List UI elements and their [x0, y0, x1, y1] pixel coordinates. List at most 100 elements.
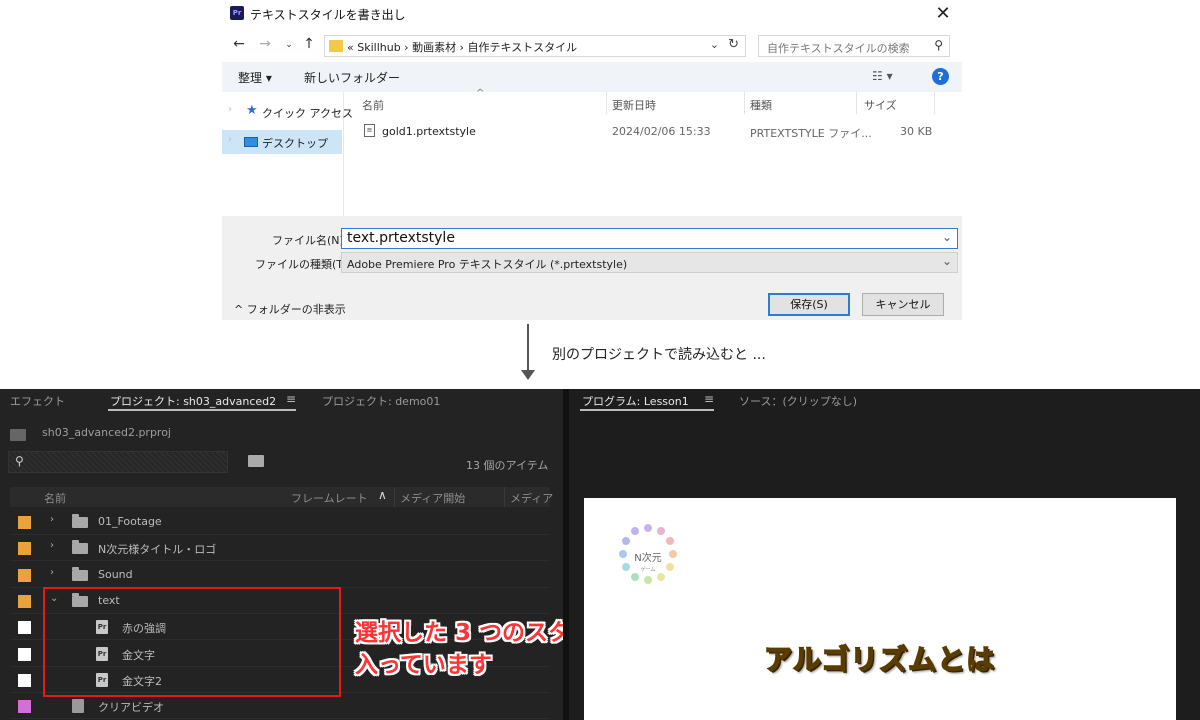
folder-icon	[329, 40, 343, 52]
search-placeholder: 自作テキストスタイルの検索	[767, 42, 910, 55]
project-item-row[interactable]: › Sound	[10, 562, 550, 588]
column-header-name[interactable]: 名前	[362, 97, 384, 113]
folder-icon	[72, 514, 88, 528]
back-arrow-icon[interactable]: ←	[230, 36, 248, 52]
tab-project-active[interactable]: プロジェクト: sh03_advanced2	[110, 393, 276, 409]
dialog-footer: ファイル名(N): text.prtextstyle ⌄ ファイルの種類(T):…	[222, 216, 962, 320]
help-icon[interactable]: ?	[932, 68, 949, 85]
active-tab-underline	[580, 409, 714, 411]
label-color-swatch[interactable]	[18, 594, 31, 608]
highlight-box	[43, 587, 341, 697]
column-header-name[interactable]: 名前	[44, 490, 66, 506]
column-divider[interactable]	[394, 487, 395, 507]
address-bar[interactable]: « Skillhub › 動画素材 › 自作テキストスタイル ⌄ ↻	[324, 35, 746, 57]
up-arrow-icon[interactable]: ↑	[300, 36, 318, 52]
filename-field[interactable]: text.prtextstyle ⌄	[341, 228, 958, 249]
label-color-swatch[interactable]	[18, 647, 31, 661]
column-header-media-start[interactable]: メディア開始	[400, 490, 465, 506]
project-column-header: 名前 フレームレート ∧ メディア開始 メディア	[10, 487, 553, 507]
organize-button[interactable]: 整理 ▾	[238, 69, 272, 86]
tab-effects[interactable]: エフェクト	[10, 393, 65, 409]
search-icon: ⚲	[15, 454, 24, 468]
tab-program[interactable]: プログラム: Lesson1	[582, 393, 689, 409]
column-divider[interactable]	[606, 92, 607, 114]
filename-value: text.prtextstyle	[347, 230, 455, 246]
hide-folders-toggle[interactable]: ^ フォルダーの非表示	[234, 301, 346, 317]
view-options-icon[interactable]: ☷ ▾	[872, 69, 893, 83]
down-arrow-shaft	[527, 324, 529, 374]
refresh-icon[interactable]: ↻	[728, 37, 739, 52]
close-icon[interactable]: ✕	[930, 2, 956, 26]
nav-label-desktop: デスクトップ	[262, 137, 328, 150]
column-divider[interactable]	[504, 487, 505, 507]
label-color-swatch[interactable]	[18, 673, 31, 687]
logo-subtext: ゲーム	[640, 567, 656, 573]
column-divider[interactable]	[856, 92, 857, 114]
chevron-right-icon[interactable]: ›	[50, 514, 54, 525]
save-button[interactable]: 保存(S)	[768, 293, 850, 316]
expand-arrow-icon: ›	[228, 104, 232, 115]
premiere-app-icon: Pr	[230, 6, 244, 20]
dialog-title: テキストスタイルを書き出し	[250, 8, 406, 22]
column-divider[interactable]	[934, 92, 935, 114]
project-item-row[interactable]: › 01_Footage	[10, 509, 550, 535]
chevron-right-icon[interactable]: ›	[50, 567, 54, 578]
nav-item-quick-access[interactable]: › ★ クイック アクセス	[222, 100, 353, 124]
title-card-text: アルゴリズムとは	[763, 642, 996, 677]
filetype-select[interactable]: Adobe Premiere Pro テキストスタイル (*.prtextsty…	[341, 252, 958, 273]
label-color-swatch[interactable]	[18, 568, 31, 582]
tab-source[interactable]: ソース：(クリップなし)	[739, 393, 857, 409]
nav-label-quick-access: クイック アクセス	[262, 107, 353, 120]
folder-icon	[72, 540, 88, 555]
filetype-label: ファイルの種類(T):	[255, 258, 352, 271]
program-monitor-frame[interactable]: N次元 ゲーム アルゴリズムとは	[584, 498, 1176, 720]
column-divider[interactable]	[744, 92, 745, 114]
text-file-icon: ≡	[364, 124, 375, 137]
chevron-down-icon[interactable]: ⌄	[942, 254, 952, 268]
clip-icon	[72, 699, 84, 714]
navigation-bar: ← → ⌄ ↑ « Skillhub › 動画素材 › 自作テキストスタイル ⌄…	[222, 32, 962, 60]
desktop-icon	[244, 137, 258, 147]
tab-project-other[interactable]: プロジェクト: demo01	[322, 393, 440, 409]
file-modified: 2024/02/06 15:33	[612, 125, 711, 138]
project-item-label: N次元様タイトル・ロゴ	[98, 543, 217, 557]
filename-label: ファイル名(N):	[272, 234, 348, 247]
column-header-modified[interactable]: 更新日時	[612, 97, 656, 113]
chevron-right-icon[interactable]: ›	[50, 540, 54, 551]
chevron-down-icon[interactable]: ⌄	[942, 230, 952, 244]
find-bin-icon[interactable]	[248, 455, 264, 467]
new-folder-button[interactable]: 新しいフォルダー	[304, 69, 400, 86]
chevron-down-icon[interactable]: ⌄	[710, 38, 719, 51]
premiere-workspace: エフェクト プロジェクト: sh03_advanced2 ≡ プロジェクト: d…	[0, 389, 1200, 720]
project-item-label: クリアビデオ	[98, 701, 164, 715]
project-item-row[interactable]: › N次元様タイトル・ロゴ	[10, 535, 550, 562]
column-header-type[interactable]: 種類	[750, 97, 772, 113]
sort-up-icon: ∧	[378, 488, 387, 502]
step-caption: 別のプロジェクトで読み込むと ...	[552, 347, 766, 363]
navigation-pane: › ★ クイック アクセス › デスクトップ	[222, 92, 353, 216]
label-color-swatch[interactable]	[18, 542, 31, 556]
project-item-label: 01_Footage	[98, 515, 162, 528]
command-bar: 整理 ▾ 新しいフォルダー ☷ ▾ ?	[222, 62, 962, 92]
panel-menu-icon[interactable]: ≡	[704, 392, 714, 406]
label-color-swatch[interactable]	[18, 621, 31, 635]
search-input[interactable]: 自作テキストスタイルの検索 ⚲	[758, 35, 950, 57]
column-header-media-end[interactable]: メディア	[510, 490, 553, 506]
project-search-input[interactable]: ⚲	[8, 451, 228, 473]
address-path: « Skillhub › 動画素材 › 自作テキストスタイル	[347, 41, 578, 54]
column-header-frame-rate[interactable]: フレームレート	[291, 490, 368, 506]
dialog-titlebar: Pr テキストスタイルを書き出し ✕	[222, 0, 962, 30]
recent-chevron-icon[interactable]: ⌄	[280, 40, 298, 50]
label-color-swatch[interactable]	[18, 700, 31, 714]
cancel-button[interactable]: キャンセル	[862, 293, 944, 316]
file-size: 30 KB	[900, 125, 933, 138]
project-filename: sh03_advanced2.prproj	[42, 426, 171, 439]
save-dialog: Pr テキストスタイルを書き出し ✕ ← → ⌄ ↑ « Skillhub › …	[222, 0, 962, 320]
nav-item-desktop[interactable]: › デスクトップ	[222, 130, 342, 154]
forward-arrow-icon[interactable]: →	[256, 36, 274, 52]
down-arrow-icon	[521, 370, 535, 380]
panel-menu-icon[interactable]: ≡	[286, 392, 296, 406]
column-header-size[interactable]: サイズ	[864, 97, 897, 113]
pin-star-icon: ★	[246, 103, 258, 118]
label-color-swatch[interactable]	[18, 516, 31, 529]
